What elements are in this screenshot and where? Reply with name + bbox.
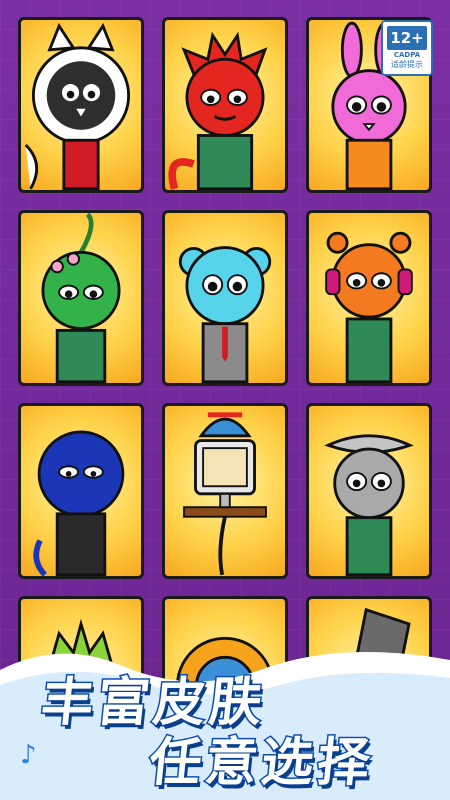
skin-card-8[interactable] [162, 403, 288, 579]
music-note-icon: ♪ [20, 740, 37, 770]
age-rating-value: 12+ [387, 26, 427, 50]
grey-satellite-character [324, 434, 414, 576]
red-spiky-character [168, 31, 268, 190]
skin-card-4[interactable] [18, 210, 144, 386]
skin-card-6[interactable] [306, 210, 432, 386]
banner-title-line2: 任意选择 [145, 732, 378, 795]
skin-card-7[interactable] [18, 403, 144, 579]
cyan-bear-character [178, 246, 272, 383]
skin-card-9[interactable] [306, 403, 432, 579]
skin-card-5[interactable] [162, 210, 288, 386]
white-cat-character [24, 22, 131, 190]
skin-card-1[interactable] [18, 17, 144, 193]
rating-tip-label: 适龄提示 [391, 60, 423, 69]
age-rating-badge: 12+ CADPA 适龄提示 [381, 20, 433, 76]
skin-card-2[interactable] [162, 17, 288, 193]
rating-org-label: CADPA [393, 51, 421, 59]
computer-propeller-character [183, 412, 267, 576]
orange-headphones-character [325, 231, 413, 383]
green-plant-character [41, 213, 121, 383]
blue-hood-character [33, 430, 125, 576]
